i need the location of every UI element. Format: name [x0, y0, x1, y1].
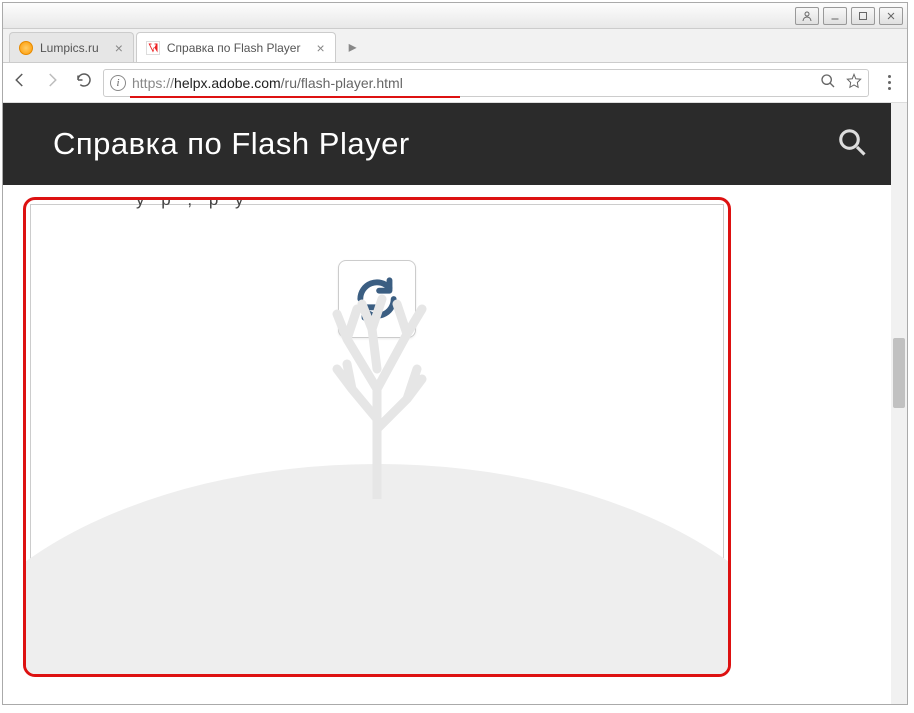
url-text: https://helpx.adobe.com/ru/flash-player.…	[132, 75, 814, 91]
bookmark-star-icon[interactable]	[846, 73, 862, 92]
user-button[interactable]	[795, 7, 819, 25]
tab-flash-player[interactable]: Справка по Flash Player ×	[136, 32, 336, 62]
zoom-icon[interactable]	[820, 73, 836, 92]
page-header: Справка по Flash Player	[3, 103, 891, 185]
tab-strip: Lumpics.ru × Справка по Flash Player × ▸	[3, 29, 907, 63]
page-title: Справка по Flash Player	[53, 126, 410, 162]
url-input[interactable]: i https://helpx.adobe.com/ru/flash-playe…	[103, 69, 869, 97]
forward-button[interactable]	[43, 71, 61, 94]
scrollbar[interactable]	[891, 103, 907, 704]
scrollbar-thumb[interactable]	[893, 338, 905, 408]
back-button[interactable]	[11, 71, 29, 94]
close-window-button[interactable]	[879, 7, 903, 25]
url-highlight	[130, 96, 460, 98]
tab-label: Lumpics.ru	[40, 41, 99, 55]
maximize-button[interactable]	[851, 7, 875, 25]
search-icon[interactable]	[837, 127, 867, 162]
reload-button[interactable]	[75, 71, 93, 94]
window-titlebar	[3, 3, 907, 29]
favicon-orange-icon	[18, 40, 34, 56]
address-bar: i https://helpx.adobe.com/ru/flash-playe…	[3, 63, 907, 103]
close-tab-icon[interactable]: ×	[316, 40, 324, 56]
favicon-adobe-icon	[145, 40, 161, 56]
browser-menu-button[interactable]	[879, 75, 899, 90]
tab-label: Справка по Flash Player	[167, 41, 301, 55]
page-viewport: Справка по Flash Player у р , р у	[3, 103, 907, 704]
close-tab-icon[interactable]: ×	[115, 40, 123, 56]
new-tab-button[interactable]: ▸	[342, 36, 364, 58]
minimize-button[interactable]	[823, 7, 847, 25]
browser-window: Lumpics.ru × Справка по Flash Player × ▸…	[2, 2, 908, 705]
flash-content-highlight: у р , р у	[23, 197, 731, 677]
site-info-icon[interactable]: i	[110, 75, 126, 91]
tree-graphic	[272, 269, 482, 504]
tab-lumpics[interactable]: Lumpics.ru ×	[9, 32, 134, 62]
truncated-text: у р , р у	[136, 197, 250, 210]
